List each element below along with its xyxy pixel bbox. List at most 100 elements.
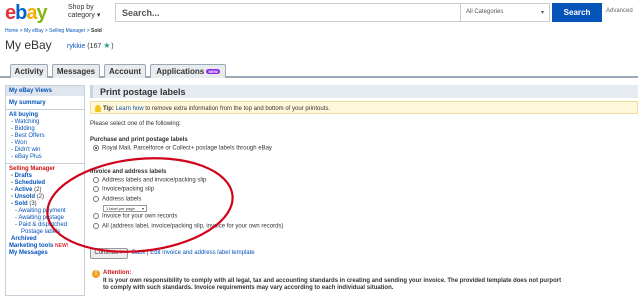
radio-button[interactable] [93,177,99,183]
sidebar-label: Marketing tools [9,243,54,249]
chevron-down-icon: ▾ [96,12,101,19]
sidebar-item-active[interactable]: - Active (2) [6,187,84,194]
ebay-logo[interactable]: ebay [5,2,48,24]
sidebar-item-my-messages[interactable]: My Messages [6,250,84,257]
sidebar-item-won[interactable]: - Won [6,140,84,147]
sidebar-item-awaiting-payment[interactable]: - Awaiting payment [6,208,84,215]
lightbulb-icon [95,105,101,112]
sidebar-item-bidding[interactable]: - Bidding [6,126,84,133]
nav-links: Back | Edit invoice and address label te… [132,250,255,256]
sidebar-sub-label: Unsold [14,194,36,200]
category-select-value: All Categories [466,9,504,15]
sidebar-item-drafts[interactable]: - Drafts [6,173,84,180]
user-info: rykkie (167 ★) [67,41,114,51]
sidebar-sub-label: Won [14,140,27,146]
sidebar-item-best-offers[interactable]: - Best Offers [6,133,84,140]
sidebar-item-watching[interactable]: - Watching [6,119,84,126]
option-address-labels[interactable]: Address labels [93,196,141,203]
feedback-score-end: ) [111,43,114,50]
sidebar-item-paid-dispatched[interactable]: - Paid & dispatched [6,222,84,229]
sidebar-item-summary[interactable]: My summary [6,100,84,107]
sidebar: My eBay Views My summary All buying - Wa… [5,85,85,296]
sidebar-item-scheduled[interactable]: - Scheduled [6,180,84,187]
tab-messages[interactable]: Messages [52,64,100,78]
tab-label: Messages [56,67,96,76]
sidebar-item-marketing-tools[interactable]: Marketing tools NEW! [6,243,84,250]
sidebar-item-archived[interactable]: Archived [6,236,84,243]
shop-by-label: Shop by category [68,4,95,19]
option-label: Royal Mail, Parcelforce or Collect+ post… [102,145,272,152]
learn-how-link[interactable]: Learn how [116,106,144,112]
sidebar-sub-label: Bidding [14,126,35,132]
chevron-down-icon: ▾ [540,10,544,16]
logo-letter: b [15,2,27,24]
warning-icon: ! [92,270,100,278]
tip-text: to remove extra information from the top… [143,106,331,113]
tip-label: Tip: [103,106,114,113]
sidebar-item-postage-labels[interactable]: Postage labels [6,229,84,236]
search-input[interactable]: Search... [115,3,461,22]
tab-account[interactable]: Account [104,64,146,78]
shop-by-category-button[interactable]: Shop by category ▾ [68,4,112,20]
sidebar-item-all-buying[interactable]: All buying [6,112,84,119]
search-button[interactable]: Search [552,3,602,22]
tab-applications[interactable]: Applications NEW [150,64,226,78]
continue-button[interactable]: Continue > [90,248,128,259]
radio-button[interactable] [93,145,99,151]
tip-banner: Tip: Learn how to remove extra informati… [90,101,638,114]
sidebar-item-awaiting-postage[interactable]: - Awaiting postage [6,215,84,222]
option-label: Address labels [102,196,142,203]
sidebar-item-sold[interactable]: - Sold (3) [6,201,84,208]
attention-notice: ! Attention: It is your own responsibili… [90,269,638,296]
option-royal-mail[interactable]: Royal Mail, Parcelforce or Collect+ post… [93,145,272,152]
invoice-heading: Invoice and address labels [90,169,167,175]
sidebar-header: My eBay Views [6,86,84,96]
option-address-invoice[interactable]: Address labels and invoice/packing slip [93,177,206,184]
tab-bar: Activity Messages Account Applications N… [0,62,638,78]
sidebar-item-ebay-plus[interactable]: - eBay Plus [6,154,84,161]
sidebar-item-didnt-win[interactable]: - Didn't win [6,147,84,154]
tab-activity[interactable]: Activity [10,64,48,78]
tab-label: Activity [14,67,44,76]
select-value: 1 label per page [106,206,135,211]
purchase-heading: Purchase and print postage labels [90,137,188,143]
feedback-score[interactable]: (167 [87,43,101,50]
option-invoice-slip[interactable]: Invoice/packing slip [93,186,154,193]
edit-template-link[interactable]: Edit invoice and address label template [150,250,254,256]
breadcrumb-links[interactable]: Home > My eBay > Selling Manager > [5,28,91,34]
advanced-search-link[interactable]: Advanced [606,8,633,14]
item-count: (2) [36,194,45,200]
breadcrumb-current: Sold [91,28,102,34]
sidebar-sub-label: Paid & dispatched [18,222,68,228]
sidebar-sub-label: Best Offers [14,133,45,139]
new-badge: NEW! [55,243,69,249]
option-all[interactable]: All (address label, invoice/packing slip… [93,223,283,230]
option-label: Address labels and invoice/packing slip [102,177,207,184]
radio-button[interactable] [93,186,99,192]
attention-text: It is your own responsibility to comply … [103,278,562,291]
back-link[interactable]: Back [132,250,145,256]
option-label: Invoice for your own records [102,213,178,220]
category-select[interactable]: All Categories ▾ [461,3,550,22]
star-icon: ★ [103,41,111,50]
breadcrumb: Home > My eBay > Selling Manager > Sold [5,28,102,34]
divider [6,109,84,110]
chevron-down-icon: ▾ [141,206,144,211]
item-count: (2) [34,187,42,193]
radio-button[interactable] [93,213,99,219]
radio-button[interactable] [93,223,99,229]
sidebar-sub-label: Active [14,187,33,193]
sidebar-item-unsold[interactable]: - Unsold (2) [6,194,84,201]
logo-letter: y [36,2,47,24]
section-title: Print postage labels [90,85,638,98]
logo-letter: a [26,2,37,24]
username-link[interactable]: rykkie [67,43,85,50]
labels-per-page-select[interactable]: 1 label per page ▾ [103,205,147,212]
sidebar-sub-label: Watching [14,119,40,125]
sidebar-sub-label: Scheduled [14,180,46,186]
sidebar-item-selling-manager[interactable]: Selling Manager [6,166,84,173]
sidebar-sub-label: Drafts [14,173,33,179]
sidebar-sub-label: Awaiting postage [18,215,64,221]
option-own-records[interactable]: Invoice for your own records [93,213,177,220]
radio-button[interactable] [93,196,99,202]
